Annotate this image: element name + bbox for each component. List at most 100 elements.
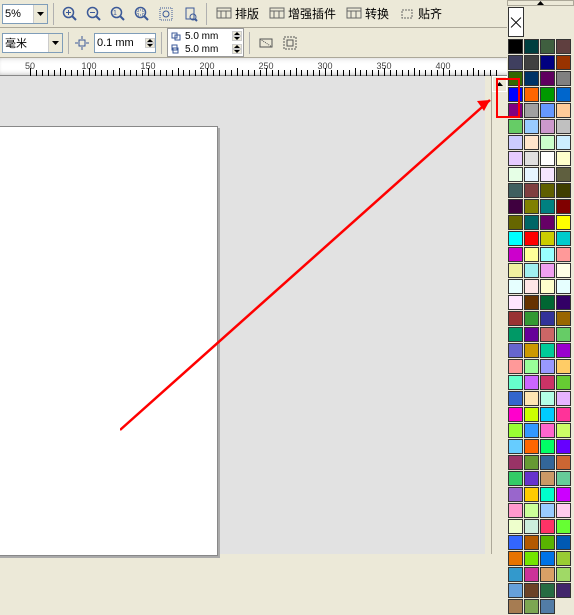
color-swatch[interactable] — [508, 231, 523, 246]
color-swatch[interactable] — [540, 519, 555, 534]
color-swatch[interactable] — [540, 247, 555, 262]
color-swatch[interactable] — [524, 55, 539, 70]
color-swatch[interactable] — [508, 311, 523, 326]
color-swatch[interactable] — [540, 55, 555, 70]
color-swatch[interactable] — [540, 471, 555, 486]
color-swatch[interactable] — [540, 583, 555, 598]
color-swatch[interactable] — [540, 599, 555, 614]
zoom-selection-icon[interactable] — [131, 3, 153, 25]
outline-width-combo[interactable] — [94, 33, 156, 53]
layout-menu[interactable]: 排版 — [212, 3, 263, 25]
color-swatch[interactable] — [508, 183, 523, 198]
color-swatch[interactable] — [524, 343, 539, 358]
color-swatch[interactable] — [540, 423, 555, 438]
color-swatch[interactable] — [556, 55, 571, 70]
color-swatch[interactable] — [508, 423, 523, 438]
color-swatch[interactable] — [524, 295, 539, 310]
color-swatch[interactable] — [524, 455, 539, 470]
color-swatch[interactable] — [540, 215, 555, 230]
color-swatch[interactable] — [508, 119, 523, 134]
zoom-page-icon[interactable] — [179, 3, 201, 25]
color-swatch[interactable] — [524, 487, 539, 502]
color-swatch[interactable] — [508, 167, 523, 182]
color-swatch[interactable] — [508, 135, 523, 150]
spinner-icon[interactable] — [145, 38, 155, 48]
color-swatch[interactable] — [540, 151, 555, 166]
color-swatch[interactable] — [508, 359, 523, 374]
zoom-actual-icon[interactable]: 1 — [107, 3, 129, 25]
color-swatch[interactable] — [524, 71, 539, 86]
color-swatch[interactable] — [540, 135, 555, 150]
color-swatch[interactable] — [556, 327, 571, 342]
plugins-menu[interactable]: 增强插件 — [265, 3, 340, 25]
color-swatch[interactable] — [556, 535, 571, 550]
color-swatch[interactable] — [524, 327, 539, 342]
units-combo[interactable] — [2, 33, 63, 53]
dy-input[interactable] — [185, 44, 230, 55]
color-swatch[interactable] — [524, 471, 539, 486]
color-swatch[interactable] — [508, 39, 523, 54]
scroll-up-icon[interactable] — [492, 76, 507, 92]
color-swatch[interactable] — [524, 215, 539, 230]
color-swatch[interactable] — [556, 151, 571, 166]
color-swatch[interactable] — [540, 199, 555, 214]
color-swatch[interactable] — [524, 439, 539, 454]
color-swatch[interactable] — [556, 503, 571, 518]
color-swatch[interactable] — [556, 359, 571, 374]
color-swatch[interactable] — [540, 327, 555, 342]
horizontal-ruler[interactable]: 50100150200250300350400 — [0, 58, 574, 76]
color-swatch[interactable] — [540, 503, 555, 518]
color-swatch[interactable] — [524, 87, 539, 102]
color-swatch[interactable] — [508, 535, 523, 550]
color-swatch[interactable] — [524, 247, 539, 262]
color-swatch[interactable] — [508, 439, 523, 454]
zoom-in-icon[interactable] — [59, 3, 81, 25]
color-swatch[interactable] — [556, 119, 571, 134]
no-color-swatch[interactable] — [508, 7, 524, 37]
spinner-icon[interactable] — [232, 31, 242, 41]
color-swatch[interactable] — [524, 391, 539, 406]
color-swatch[interactable] — [540, 535, 555, 550]
color-swatch[interactable] — [524, 183, 539, 198]
treat-as-filled-icon[interactable] — [255, 32, 277, 54]
color-swatch[interactable] — [540, 343, 555, 358]
color-swatch[interactable] — [524, 151, 539, 166]
color-swatch[interactable] — [508, 519, 523, 534]
color-swatch[interactable] — [556, 247, 571, 262]
color-swatch[interactable] — [508, 55, 523, 70]
color-swatch[interactable] — [556, 215, 571, 230]
color-swatch[interactable] — [540, 551, 555, 566]
color-swatch[interactable] — [540, 39, 555, 54]
color-swatch[interactable] — [556, 407, 571, 422]
color-swatch[interactable] — [540, 119, 555, 134]
color-swatch[interactable] — [508, 599, 523, 614]
color-swatch[interactable] — [556, 263, 571, 278]
color-swatch[interactable] — [556, 471, 571, 486]
zoom-combo[interactable] — [2, 4, 48, 24]
dx-input[interactable] — [185, 31, 230, 42]
color-swatch[interactable] — [540, 279, 555, 294]
color-swatch[interactable] — [524, 167, 539, 182]
color-swatch[interactable] — [556, 551, 571, 566]
color-swatch[interactable] — [508, 151, 523, 166]
color-swatch[interactable] — [540, 439, 555, 454]
color-swatch[interactable] — [556, 71, 571, 86]
color-swatch[interactable] — [508, 407, 523, 422]
color-swatch[interactable] — [556, 391, 571, 406]
color-swatch[interactable] — [508, 487, 523, 502]
color-swatch[interactable] — [556, 439, 571, 454]
color-swatch[interactable] — [524, 567, 539, 582]
color-swatch[interactable] — [540, 71, 555, 86]
color-swatch[interactable] — [540, 391, 555, 406]
color-swatch[interactable] — [540, 455, 555, 470]
color-swatch[interactable] — [556, 231, 571, 246]
color-swatch[interactable] — [524, 359, 539, 374]
color-swatch[interactable] — [540, 87, 555, 102]
color-swatch[interactable] — [524, 375, 539, 390]
color-swatch[interactable] — [556, 583, 571, 598]
color-swatch[interactable] — [556, 183, 571, 198]
color-swatch[interactable] — [508, 567, 523, 582]
color-swatch[interactable] — [540, 407, 555, 422]
color-swatch[interactable] — [524, 231, 539, 246]
color-swatch[interactable] — [524, 263, 539, 278]
